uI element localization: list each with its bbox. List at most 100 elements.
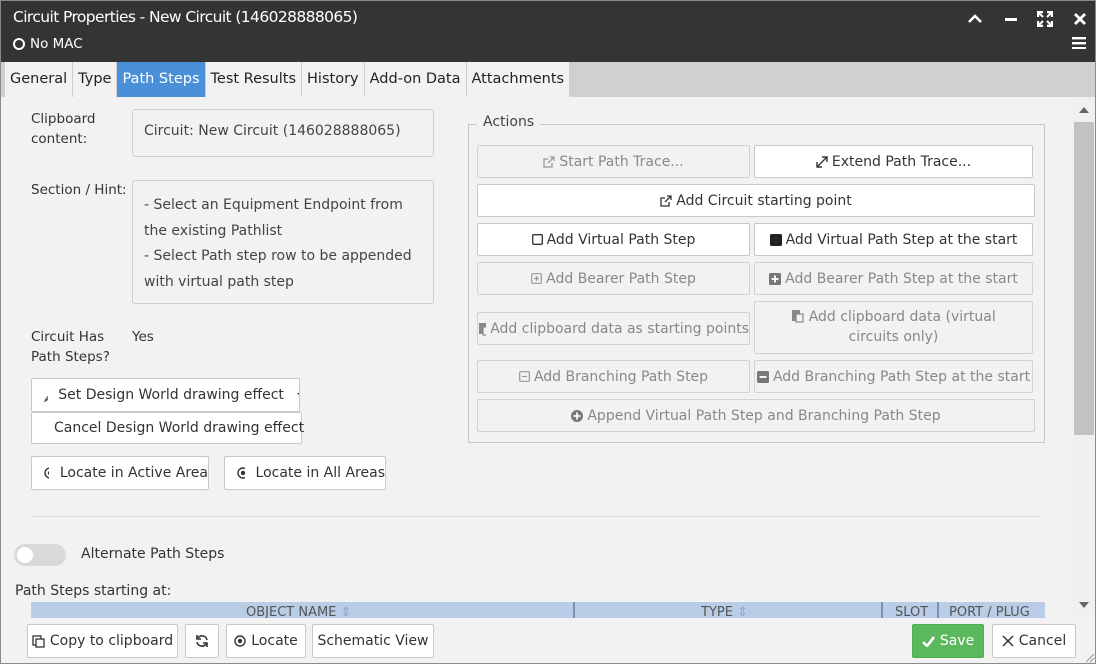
check-icon	[921, 635, 935, 647]
add-branching-path-step-label: Add Branching Path Step	[533, 368, 709, 385]
add-bearer-path-step-start-label: Add Bearer Path Step at the start	[785, 270, 1018, 287]
add-bearer-path-step-button[interactable]: Add Bearer Path Step	[477, 262, 750, 295]
set-drawing-effect-dropdown[interactable]: Set Design World drawing effect	[31, 378, 300, 412]
close-icon	[1002, 635, 1014, 647]
add-virtual-path-step-label: Add Virtual Path Step	[546, 231, 696, 248]
column-slot[interactable]: SLOT	[895, 605, 928, 618]
square-outline-icon	[531, 234, 543, 245]
minus-square-icon	[756, 370, 769, 383]
hint-line: - Select an Equipment Endpoint from the …	[144, 197, 403, 239]
close-icon	[1074, 13, 1086, 25]
tab-strip: General Type Path Steps Test Results His…	[5, 62, 571, 97]
add-clipboard-starting-points-label: Add clipboard data as starting points	[490, 320, 749, 337]
column-label: OBJECT NAME	[246, 605, 337, 618]
add-bearer-path-step-label: Add Bearer Path Step	[546, 270, 696, 287]
path-steps-table-header: OBJECT NAME ⇕ TYPE ⇕ SLOT PORT / PLUG	[31, 602, 1045, 618]
column-port-plug[interactable]: PORT / PLUG	[949, 605, 1030, 618]
add-branching-path-step-start-label: Add Branching Path Step at the start	[772, 368, 1031, 385]
section-hint-box: - Select an Equipment Endpoint from the …	[132, 180, 434, 304]
external-link-icon	[543, 155, 555, 168]
tab-type[interactable]: Type	[73, 62, 118, 97]
plus-square-icon	[769, 272, 782, 285]
mac-status-label: No MAC	[30, 36, 83, 52]
sort-icon: ⇕	[737, 605, 748, 618]
caret-down-icon	[296, 393, 299, 396]
external-link-icon	[660, 194, 672, 207]
tab-history[interactable]: History	[302, 62, 365, 97]
add-bearer-path-step-start-button[interactable]: Add Bearer Path Step at the start	[754, 262, 1033, 295]
column-object-name[interactable]: OBJECT NAME ⇕	[246, 605, 351, 618]
tab-bar: General Type Path Steps Test Results His…	[1, 62, 1095, 97]
actions-legend: Actions	[477, 114, 541, 130]
scroll-down-icon[interactable]	[1079, 602, 1089, 608]
locate-all-areas-button[interactable]: Locate in All Areas	[224, 456, 386, 490]
menu-button[interactable]	[1067, 31, 1091, 55]
scroll-thumb[interactable]	[1074, 122, 1094, 435]
copy-icon	[32, 634, 45, 648]
column-separator	[937, 602, 939, 618]
add-branching-path-step-button[interactable]: Add Branching Path Step	[477, 360, 750, 393]
paste-icon	[479, 322, 487, 336]
start-path-trace-button[interactable]: Start Path Trace...	[477, 145, 750, 178]
alternate-path-steps-label: Alternate Path Steps	[81, 546, 225, 562]
cancel-drawing-effect-label: Cancel Design World drawing effect	[54, 420, 305, 436]
tab-general[interactable]: General	[5, 62, 74, 97]
alternate-path-steps-toggle[interactable]	[14, 544, 66, 566]
locate-all-areas-label: Locate in All Areas	[255, 465, 385, 481]
resize-grip-icon[interactable]	[1085, 653, 1095, 663]
content-scrollbar[interactable]	[1073, 97, 1095, 617]
paste-icon	[792, 310, 804, 323]
locate-button[interactable]: Locate	[226, 624, 306, 658]
resize-icon	[816, 155, 828, 168]
schematic-view-button[interactable]: Schematic View	[312, 624, 434, 658]
add-circuit-starting-point-button[interactable]: Add Circuit starting point	[477, 184, 1035, 217]
toggle-knob	[17, 547, 33, 563]
extend-path-trace-button[interactable]: Extend Path Trace...	[754, 145, 1033, 178]
add-clipboard-virtual-button[interactable]: Add clipboard data (virtual circuits onl…	[754, 301, 1033, 354]
locate-active-area-label: Locate in Active Area	[59, 465, 208, 481]
clipboard-content-label: Clipboard content:	[31, 111, 96, 147]
has-path-steps-value: Yes	[132, 329, 154, 345]
add-branching-path-step-start-button[interactable]: Add Branching Path Step at the start	[754, 360, 1033, 393]
chevron-up-icon	[968, 14, 982, 23]
locate-active-area-button[interactable]: Locate in Active Area	[31, 456, 209, 490]
tab-test-results[interactable]: Test Results	[206, 62, 303, 97]
extend-path-trace-label: Extend Path Trace...	[831, 153, 972, 170]
section-hint-label: Section / Hint:	[31, 182, 127, 198]
locate-label: Locate	[251, 633, 298, 649]
section-divider	[31, 516, 1041, 517]
expand-icon	[1037, 11, 1053, 27]
has-path-steps-label: Circuit Has Path Steps?	[31, 329, 110, 365]
tab-attachments[interactable]: Attachments	[467, 62, 571, 97]
minimize-button[interactable]	[998, 7, 1024, 31]
tab-add-on-data[interactable]: Add-on Data	[365, 62, 467, 97]
cancel-drawing-effect-button[interactable]: Cancel Design World drawing effect	[31, 412, 305, 444]
save-button[interactable]: Save	[912, 624, 984, 658]
clipboard-content-value: Circuit: New Circuit (146028888065)	[132, 109, 434, 157]
cancel-button[interactable]: Cancel	[992, 624, 1076, 658]
collapse-button[interactable]	[962, 7, 988, 31]
add-virtual-path-step-button[interactable]: Add Virtual Path Step	[477, 223, 750, 256]
hamburger-icon	[1072, 37, 1086, 49]
tab-path-steps[interactable]: Path Steps	[117, 62, 206, 97]
scroll-up-icon[interactable]	[1079, 107, 1089, 113]
column-separator	[881, 602, 883, 618]
column-type[interactable]: TYPE ⇕	[701, 605, 748, 618]
schematic-view-label: Schematic View	[317, 633, 429, 649]
refresh-icon	[196, 635, 208, 647]
maximize-button[interactable]	[1032, 7, 1058, 31]
copy-to-clipboard-button[interactable]: Copy to clipboard	[27, 624, 178, 658]
refresh-button[interactable]	[185, 624, 219, 658]
cancel-label: Cancel	[1018, 633, 1067, 649]
append-virtual-branching-button[interactable]: Append Virtual Path Step and Branching P…	[477, 399, 1035, 432]
add-clipboard-starting-points-button[interactable]: Add clipboard data as starting points	[477, 312, 750, 345]
plus-circle-icon	[571, 409, 584, 422]
title-bar[interactable]: Circuit Properties - New Circuit (146028…	[1, 1, 1095, 62]
circle-icon	[13, 38, 25, 50]
window-title: Circuit Properties - New Circuit (146028…	[13, 8, 358, 26]
add-virtual-path-step-start-button[interactable]: Add Virtual Path Step at the start	[754, 223, 1033, 256]
minimize-icon	[1005, 18, 1017, 21]
target-icon	[234, 635, 246, 647]
close-button[interactable]	[1067, 7, 1093, 31]
brush-icon	[44, 395, 49, 402]
